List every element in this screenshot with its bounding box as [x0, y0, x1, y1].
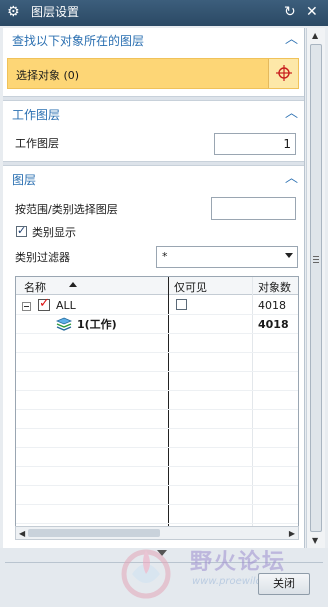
- dialog-content: 查找以下对象所在的图层 ︿ 选择对象 (0) 工作图层 ︿ 工作图层 1 图层 …: [3, 28, 305, 548]
- category-filter-select[interactable]: *: [156, 246, 298, 268]
- section-divider: [3, 96, 304, 101]
- window-title: 图层设置: [31, 5, 80, 19]
- layer-section-header[interactable]: 图层 ︿: [3, 169, 304, 191]
- chevron-down-icon: [285, 253, 293, 258]
- scroll-right-icon[interactable]: ▶: [289, 529, 295, 538]
- category-display-checkbox[interactable]: [16, 224, 27, 237]
- row-divider: [16, 352, 298, 353]
- select-object-label: 选择对象 (0): [16, 69, 80, 82]
- section-divider: [3, 161, 304, 166]
- layer-section-title: 图层: [12, 173, 37, 187]
- scroll-up-icon[interactable]: ▲: [312, 31, 318, 40]
- scrollbar-grip-icon: [313, 256, 319, 263]
- column-divider: [168, 277, 169, 537]
- find-section-title: 查找以下对象所在的图层: [12, 34, 145, 48]
- row-divider: [16, 523, 298, 524]
- category-filter-label: 类别过滤器: [15, 251, 70, 264]
- gear-icon[interactable]: ⚙: [7, 4, 20, 20]
- column-header-name[interactable]: 名称: [24, 279, 46, 295]
- column-divider: [252, 277, 253, 537]
- crosshair-select-button[interactable]: [268, 59, 298, 88]
- find-section-header[interactable]: 查找以下对象所在的图层 ︿: [3, 30, 304, 52]
- table-horizontal-scrollbar[interactable]: ◀ ▶: [15, 526, 299, 540]
- collapse-icon[interactable]: [22, 302, 31, 311]
- layer-visibility-checkbox[interactable]: [38, 296, 50, 311]
- row-divider: [16, 485, 298, 486]
- column-header-visible-only[interactable]: 仅可见: [174, 279, 207, 295]
- row-divider: [16, 447, 298, 448]
- scrollbar-thumb[interactable]: [28, 529, 160, 537]
- row-divider: [16, 466, 298, 467]
- layer-name: ALL: [56, 299, 76, 312]
- table-header: 名称 仅可见 对象数: [16, 277, 298, 295]
- reset-icon[interactable]: ↻: [284, 4, 296, 20]
- object-count: 4018: [258, 299, 286, 312]
- crosshair-icon: [276, 65, 292, 81]
- title-bar: ⚙ 图层设置 ↻ ✕: [0, 0, 328, 26]
- layer-table: 名称 仅可见 对象数 ALL 4018: [15, 276, 299, 538]
- work-section-header[interactable]: 工作图层 ︿: [3, 104, 304, 126]
- work-layer-input[interactable]: 1: [214, 133, 296, 155]
- range-select-label: 按范围/类别选择图层: [15, 203, 118, 216]
- category-filter-value: *: [162, 250, 168, 263]
- object-count: 4018: [258, 318, 289, 331]
- work-layer-value: 1: [283, 137, 291, 151]
- row-divider: [16, 390, 298, 391]
- row-divider: [16, 428, 298, 429]
- range-select-input[interactable]: [211, 197, 296, 220]
- visible-only-checkbox[interactable]: [176, 299, 187, 310]
- flame-logo-icon: [121, 549, 171, 599]
- row-divider: [16, 314, 298, 315]
- dialog-vertical-scrollbar[interactable]: ▲ ▼: [306, 28, 325, 548]
- scroll-left-icon[interactable]: ◀: [19, 529, 25, 538]
- row-divider: [16, 371, 298, 372]
- category-display-label: 类别显示: [32, 226, 76, 239]
- watermark-text: 野火论坛: [190, 550, 287, 575]
- chevron-up-icon[interactable]: ︿: [285, 172, 298, 186]
- column-header-object-count[interactable]: 对象数: [258, 279, 291, 295]
- work-layer-label: 工作图层: [15, 137, 59, 150]
- select-object-row[interactable]: 选择对象 (0): [7, 58, 299, 89]
- sort-ascending-icon[interactable]: [69, 282, 77, 287]
- layers-icon: [56, 317, 72, 331]
- row-divider: [16, 333, 298, 334]
- close-icon[interactable]: ✕: [306, 4, 318, 20]
- close-button[interactable]: 关闭: [258, 573, 310, 595]
- row-divider: [16, 504, 298, 505]
- layer-name: 1(工作): [77, 318, 117, 331]
- chevron-up-icon[interactable]: ︿: [285, 33, 298, 47]
- work-section-title: 工作图层: [12, 108, 61, 122]
- row-divider: [16, 409, 298, 410]
- scrollbar-thumb[interactable]: [310, 44, 322, 532]
- chevron-up-icon[interactable]: ︿: [285, 107, 298, 121]
